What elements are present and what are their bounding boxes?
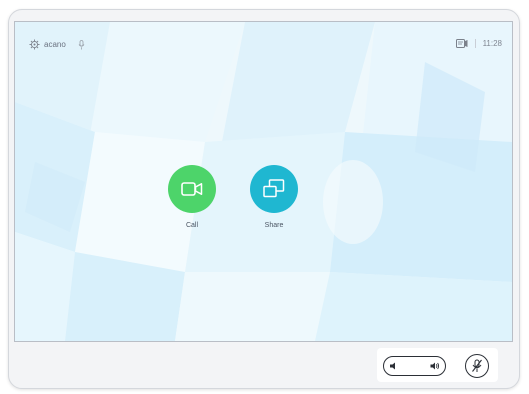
touch-screen: acano 11:28 Call Share bbox=[14, 21, 513, 342]
camera-status-icon[interactable] bbox=[455, 39, 468, 48]
share-screen-icon bbox=[263, 179, 285, 198]
share-button[interactable] bbox=[250, 165, 298, 213]
top-bar: acano 11:28 bbox=[15, 22, 512, 56]
call-button[interactable] bbox=[168, 165, 216, 213]
clock: 11:28 bbox=[482, 39, 502, 48]
share-label: Share bbox=[264, 222, 284, 229]
brand-name: acano bbox=[44, 40, 66, 49]
hardware-controls bbox=[377, 348, 498, 382]
video-camera-icon bbox=[181, 182, 203, 196]
share-action[interactable]: Share bbox=[249, 165, 299, 229]
microphone-muted-icon[interactable] bbox=[465, 354, 489, 378]
separator bbox=[474, 39, 476, 48]
call-action[interactable]: Call bbox=[167, 165, 217, 229]
volume-down-icon[interactable] bbox=[389, 361, 399, 371]
volume-up-icon[interactable] bbox=[430, 361, 440, 371]
brand: acano bbox=[29, 39, 85, 50]
call-label: Call bbox=[185, 222, 199, 229]
volume-control[interactable] bbox=[383, 356, 446, 376]
microphone-icon[interactable] bbox=[78, 39, 85, 50]
status-area: 11:28 bbox=[455, 39, 502, 48]
gear-logo-icon bbox=[29, 39, 40, 50]
